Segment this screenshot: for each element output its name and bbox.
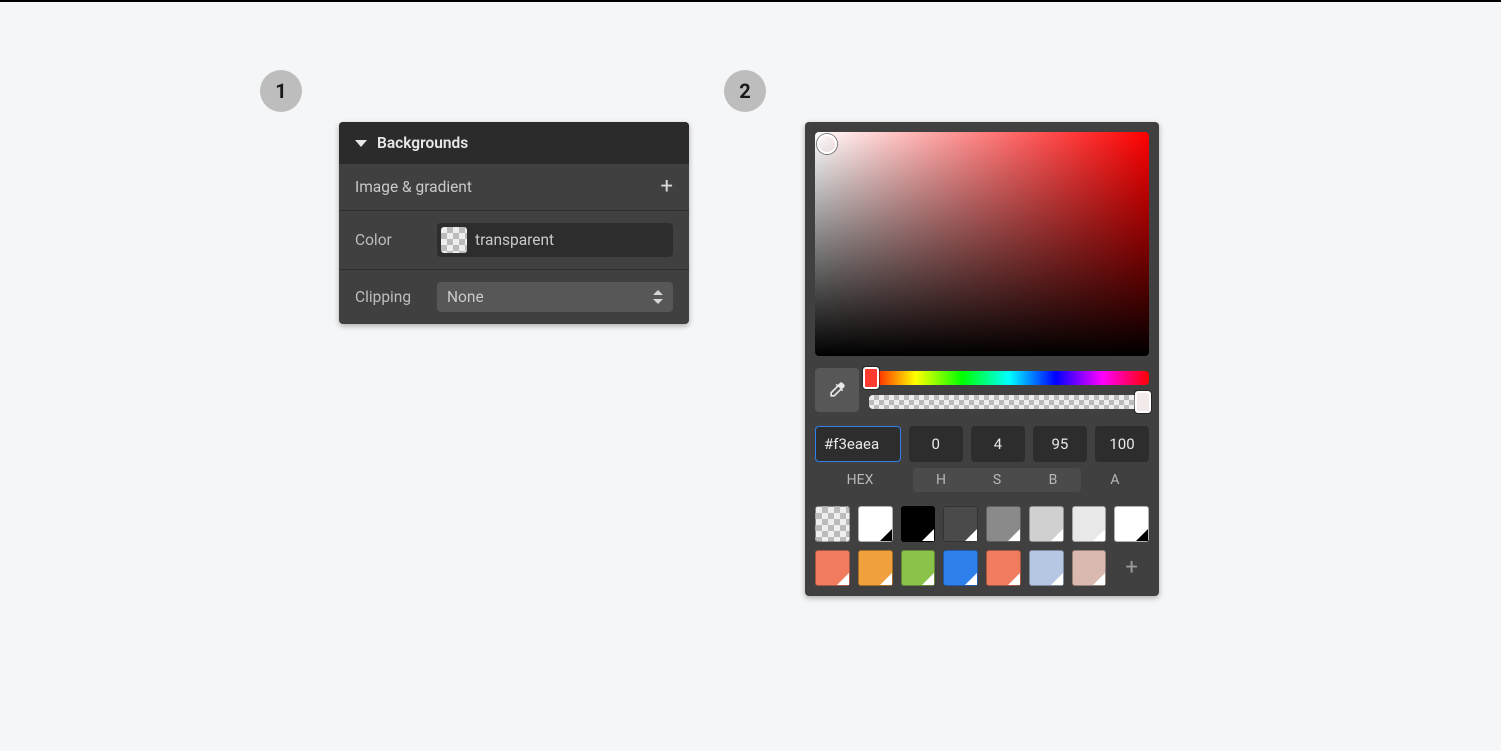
swatch-blue[interactable] xyxy=(943,550,978,586)
add-image-gradient-button[interactable]: + xyxy=(661,176,673,198)
hue-thumb[interactable] xyxy=(863,367,879,389)
step-badge-2: 2 xyxy=(724,70,766,112)
swatch-grey[interactable] xyxy=(986,506,1021,542)
swatch-grid: + xyxy=(815,506,1149,586)
color-row: Color transparent xyxy=(339,210,689,269)
clipping-value: None xyxy=(447,288,484,306)
canvas: 1 2 Backgrounds Image & gradient + Color… xyxy=(0,0,1501,751)
color-value: transparent xyxy=(475,231,554,249)
add-swatch-button[interactable]: + xyxy=(1114,550,1149,584)
clipping-select[interactable]: None xyxy=(437,282,673,312)
swatch-coral[interactable] xyxy=(815,550,850,586)
b-label: B xyxy=(1025,468,1081,492)
backgrounds-title: Backgrounds xyxy=(377,134,468,152)
swatch-grey-dark[interactable] xyxy=(943,506,978,542)
swatch-white[interactable] xyxy=(858,506,893,542)
image-gradient-label: Image & gradient xyxy=(355,178,472,196)
color-label: Color xyxy=(355,231,425,249)
collapse-icon xyxy=(355,140,367,147)
saturation-input[interactable]: 4 xyxy=(971,426,1025,462)
transparent-swatch-icon xyxy=(441,227,467,253)
hue-slider[interactable] xyxy=(869,371,1149,385)
h-label: H xyxy=(913,468,969,492)
swatch-black[interactable] xyxy=(901,506,936,542)
alpha-slider[interactable] xyxy=(869,395,1149,409)
swatch-lightblue[interactable] xyxy=(1029,550,1064,586)
swatch-orange[interactable] xyxy=(858,550,893,586)
backgrounds-panel: Backgrounds Image & gradient + Color tra… xyxy=(339,122,689,324)
swatch-white-2[interactable] xyxy=(1114,506,1149,542)
image-gradient-row: Image & gradient + xyxy=(339,164,689,210)
hex-label: HEX xyxy=(815,468,905,492)
clipping-row: Clipping None xyxy=(339,269,689,324)
select-caret-icon xyxy=(653,290,663,304)
backgrounds-header[interactable]: Backgrounds xyxy=(339,122,689,164)
swatch-grey-lighter[interactable] xyxy=(1072,506,1107,542)
color-input[interactable]: transparent xyxy=(437,223,673,257)
saturation-value-field[interactable] xyxy=(815,132,1149,356)
swatch-tan[interactable] xyxy=(1072,550,1107,586)
hue-input[interactable]: 0 xyxy=(909,426,963,462)
a-label: A xyxy=(1089,468,1141,492)
brightness-input[interactable]: 95 xyxy=(1033,426,1087,462)
swatch-grey-light[interactable] xyxy=(1029,506,1064,542)
swatch-transparent[interactable] xyxy=(815,506,850,542)
alpha-thumb[interactable] xyxy=(1135,391,1151,413)
swatch-coral-2[interactable] xyxy=(986,550,1021,586)
eyedropper-icon xyxy=(827,380,847,400)
hex-input[interactable]: #f3eaea xyxy=(815,426,901,462)
hsb-mode-toggle[interactable]: H S B xyxy=(913,468,1081,492)
alpha-input[interactable]: 100 xyxy=(1095,426,1149,462)
step-badge-1: 1 xyxy=(260,70,302,112)
swatch-green[interactable] xyxy=(901,550,936,586)
color-picker-panel: #f3eaea 0 4 95 100 HEX H S B A xyxy=(805,122,1159,596)
clipping-label: Clipping xyxy=(355,288,425,306)
sv-thumb[interactable] xyxy=(817,134,837,154)
eyedropper-button[interactable] xyxy=(815,368,859,412)
s-label: S xyxy=(969,468,1025,492)
